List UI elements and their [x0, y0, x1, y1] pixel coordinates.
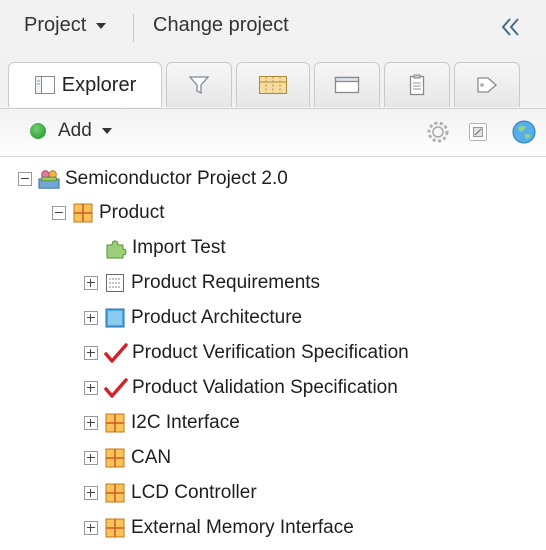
add-icon: [30, 123, 46, 139]
tree-node-import-test[interactable]: Import Test: [104, 231, 226, 265]
tree-node-label: Product Requirements: [131, 272, 321, 293]
settings-button[interactable]: [424, 118, 452, 146]
checkmark-icon: [104, 378, 128, 398]
clipboard-icon: [409, 74, 425, 96]
collapse-toggle-icon[interactable]: [52, 206, 66, 220]
tab-explorer[interactable]: Explorer: [8, 62, 162, 107]
tree-node-label: Product: [99, 202, 165, 223]
tree-node-label: CAN: [131, 447, 172, 468]
change-project-link[interactable]: Change project: [153, 14, 289, 37]
tree-node-product-requirements[interactable]: Product Requirements: [84, 266, 320, 300]
filter-icon: [188, 76, 210, 95]
expand-toggle-icon[interactable]: [84, 451, 98, 465]
tree-node-label: I2C Interface: [131, 412, 240, 433]
tab-filter[interactable]: [166, 62, 232, 107]
folder-icon: [105, 518, 125, 538]
add-button[interactable]: Add: [30, 120, 112, 142]
expand-toggle-icon[interactable]: [84, 381, 98, 395]
folder-icon: [105, 448, 125, 468]
tag-icon: [477, 77, 497, 93]
tree-node-product-validation-specification[interactable]: Product Validation Specification: [84, 371, 398, 405]
collapse-panel-button[interactable]: [494, 12, 528, 42]
tree-node-label: LCD Controller: [131, 482, 257, 503]
divider: [133, 14, 134, 42]
project-menu[interactable]: Project: [24, 14, 107, 37]
copy-button[interactable]: [464, 118, 492, 146]
collapse-toggle-icon[interactable]: [18, 172, 32, 186]
tree-node-can[interactable]: CAN: [84, 441, 171, 475]
expand-toggle-icon[interactable]: [84, 311, 98, 325]
tree-node-label: Product Validation Specification: [132, 377, 398, 398]
globe-button[interactable]: [510, 118, 538, 146]
chevron-down-icon: [96, 22, 107, 29]
tree-node-label: Product Architecture: [131, 307, 303, 328]
window-icon: [334, 76, 360, 94]
tree-node-label: Import Test: [132, 237, 226, 258]
expand-toggle-icon[interactable]: [84, 416, 98, 430]
folder-icon: [105, 413, 125, 433]
tab-reviews[interactable]: [236, 62, 310, 107]
tabs-divider: [0, 108, 546, 109]
toolbar: Add: [0, 114, 546, 150]
toolbar-divider: [0, 156, 546, 157]
tree-node-product[interactable]: Product: [52, 196, 164, 230]
folder-icon: [73, 203, 93, 223]
expand-toggle-icon[interactable]: [84, 486, 98, 500]
tree-node-external-memory-interface[interactable]: External Memory Interface: [84, 511, 354, 545]
project-menu-label: Project: [24, 14, 87, 36]
grid-icon: [259, 76, 287, 94]
copy-icon: [469, 123, 487, 141]
tab-clipboard[interactable]: [384, 62, 450, 107]
tree-node-label: Semiconductor Project 2.0: [65, 168, 288, 189]
tab-window[interactable]: [314, 62, 380, 107]
checkmark-icon: [104, 343, 128, 363]
folder-icon: [105, 483, 125, 503]
expand-toggle-icon[interactable]: [84, 276, 98, 290]
tab-strip: Explorer: [8, 62, 546, 108]
add-button-label: Add: [58, 120, 92, 141]
explorer-icon: [34, 76, 55, 94]
double-chevron-left-icon: [501, 18, 519, 36]
tree-node-root[interactable]: Semiconductor Project 2.0: [18, 162, 288, 196]
tab-explorer-label: Explorer: [61, 73, 137, 96]
explorer-panel: Project Change project Explorer Add Semi…: [0, 0, 546, 550]
architecture-icon: [105, 308, 125, 328]
list-icon: [106, 274, 124, 292]
tree-node-lcd-controller[interactable]: LCD Controller: [84, 476, 257, 510]
tree-node-product-architecture[interactable]: Product Architecture: [84, 301, 302, 335]
tree-node-i2c-interface[interactable]: I2C Interface: [84, 406, 240, 440]
panel-header: Project Change project: [0, 0, 546, 56]
expand-toggle-icon[interactable]: [84, 346, 98, 360]
tab-tags[interactable]: [454, 62, 520, 107]
puzzle-icon: [106, 240, 127, 259]
tree-node-label: External Memory Interface: [131, 517, 354, 538]
globe-icon: [512, 120, 536, 144]
tree-node-product-verification-specification[interactable]: Product Verification Specification: [84, 336, 409, 370]
chevron-down-icon: [101, 128, 112, 134]
project-icon: [38, 170, 60, 189]
tree-node-label: Product Verification Specification: [132, 342, 409, 363]
expand-toggle-icon[interactable]: [84, 521, 98, 535]
gear-icon: [427, 121, 449, 143]
